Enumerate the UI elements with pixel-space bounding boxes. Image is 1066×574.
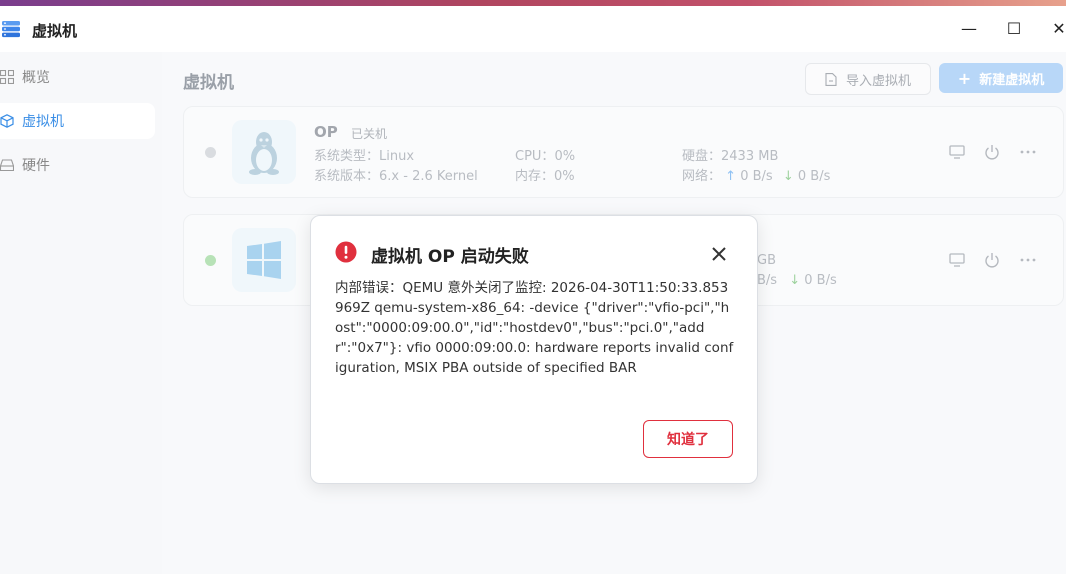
maximize-button[interactable]: ☐	[1001, 16, 1027, 42]
monitor-icon[interactable]	[948, 143, 966, 161]
vm-card-op[interactable]: OP 已关机 系统类型：Linux 系统版本：6.x - 2.6 Kernel …	[183, 106, 1064, 198]
status-dot	[205, 147, 216, 158]
arrow-down-icon: ↓	[782, 169, 794, 184]
grid-icon	[0, 70, 14, 84]
drive-icon	[0, 159, 14, 172]
error-icon	[335, 241, 357, 263]
close-window-button[interactable]: ✕	[1046, 16, 1066, 42]
new-vm-button[interactable]: + 新建虚拟机	[939, 63, 1063, 93]
app-title: 虚拟机	[32, 22, 78, 40]
monitor-icon[interactable]	[948, 251, 966, 269]
sidebar-item-hardware[interactable]: 硬件	[0, 147, 155, 183]
close-icon[interactable]	[709, 244, 729, 264]
more-icon[interactable]	[1019, 143, 1037, 161]
close-icon: ✕	[1052, 19, 1066, 38]
disk-usage: GB	[757, 253, 776, 268]
maximize-icon: ☐	[1006, 19, 1022, 38]
title-bar: 虚拟机 — ☐ ✕	[0, 6, 1066, 52]
arrow-down-icon: ↓	[789, 273, 801, 288]
acknowledge-button[interactable]: 知道了	[643, 420, 733, 458]
sidebar-item-label: 虚拟机	[22, 114, 64, 130]
power-icon[interactable]	[983, 251, 1001, 269]
network-rate: B/s ↓ 0 B/s	[757, 273, 837, 288]
error-dialog: 虚拟机 OP 启动失败 内部错误：QEMU 意外关闭了监控: 2026-04-3…	[310, 215, 758, 484]
sidebar: 概览 虚拟机 硬件	[0, 52, 162, 574]
disk-usage: 硬盘：2433 MB	[682, 149, 779, 164]
os-tile	[232, 228, 296, 292]
power-icon[interactable]	[983, 143, 1001, 161]
sidebar-item-overview[interactable]: 概览	[0, 59, 155, 95]
minimize-button[interactable]: —	[956, 16, 982, 42]
app-server-icon	[2, 21, 20, 38]
new-vm-label: 新建虚拟机	[979, 72, 1045, 88]
file-import-icon	[825, 72, 837, 86]
vm-name: OP	[314, 123, 338, 141]
sidebar-item-label: 硬件	[22, 158, 50, 174]
os-tile	[232, 120, 296, 184]
network-rate: 网络： ↑ 0 B/s ↓ 0 B/s	[682, 169, 831, 184]
memory-usage: 内存：0%	[515, 169, 575, 184]
page-title: 虚拟机	[183, 73, 234, 93]
system-version: 系统版本：6.x - 2.6 Kernel	[314, 169, 478, 184]
sidebar-item-vms[interactable]: 虚拟机	[0, 103, 155, 139]
plus-icon: +	[957, 68, 972, 88]
sidebar-item-label: 概览	[22, 70, 50, 86]
linux-icon	[249, 132, 279, 175]
cube-icon	[0, 114, 14, 128]
dialog-title: 虚拟机 OP 启动失败	[371, 247, 529, 267]
minimize-icon: —	[961, 19, 977, 38]
arrow-up-icon: ↑	[725, 169, 737, 184]
vm-state: 已关机	[351, 127, 388, 141]
status-dot	[205, 255, 216, 266]
import-vm-label: 导入虚拟机	[845, 73, 911, 89]
windows-icon	[247, 241, 281, 279]
cpu-usage: CPU：0%	[515, 149, 576, 164]
dialog-message: 内部错误：QEMU 意外关闭了监控: 2026-04-30T11:50:33.8…	[335, 280, 734, 376]
import-vm-button[interactable]: 导入虚拟机	[805, 63, 931, 95]
system-type: 系统类型：Linux	[314, 149, 415, 164]
more-icon[interactable]	[1019, 251, 1037, 269]
